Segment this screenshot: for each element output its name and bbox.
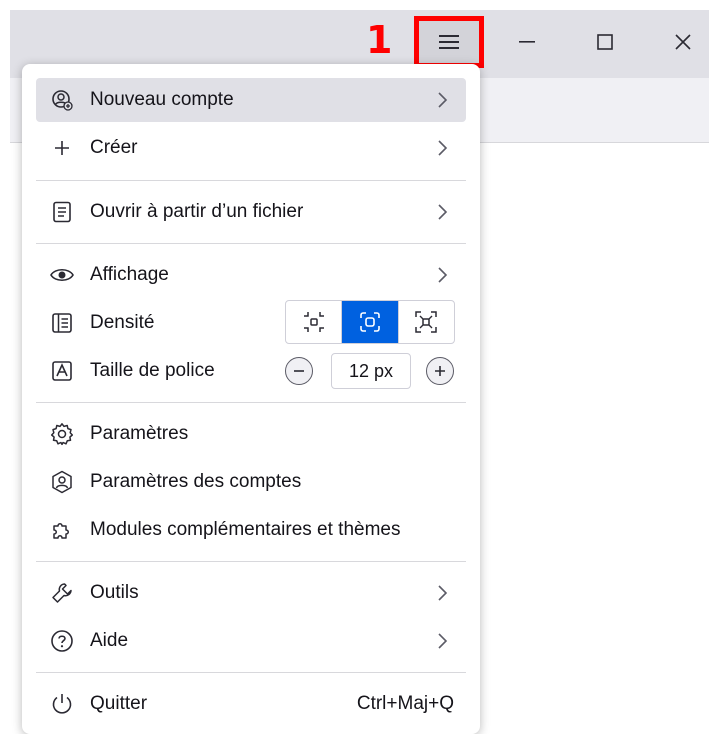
menu-item-label: Aide — [90, 630, 129, 651]
chevron-right-icon — [438, 633, 448, 649]
hamburger-icon — [439, 35, 459, 49]
touch-density-icon — [415, 311, 438, 333]
chevron-right-icon — [438, 267, 448, 283]
density-normal-button[interactable] — [342, 301, 399, 343]
file-icon — [50, 200, 74, 224]
menu-item-new-account[interactable]: Nouveau compte — [36, 78, 466, 122]
gear-icon — [50, 422, 74, 446]
font-size-increase-button[interactable] — [426, 357, 454, 385]
density-icon — [50, 311, 74, 335]
app-menu-button[interactable] — [414, 16, 484, 68]
menu-separator — [36, 180, 466, 181]
maximize-icon — [597, 34, 613, 50]
step-number-annotation: 1 — [366, 18, 393, 62]
plus-icon — [435, 366, 445, 376]
quit-shortcut: Ctrl+Maj+Q — [356, 693, 454, 714]
plus-icon — [50, 136, 74, 160]
menu-item-label: Taille de police — [90, 360, 215, 381]
chevron-right-icon — [438, 140, 448, 156]
menu-item-label: Paramètres des comptes — [90, 471, 302, 492]
menu-separator — [36, 243, 466, 244]
font-size-decrease-button[interactable] — [285, 357, 313, 385]
menu-item-settings[interactable]: Paramètres — [36, 412, 466, 456]
menu-item-account-settings[interactable]: Paramètres des comptes — [36, 460, 466, 504]
help-icon — [50, 629, 74, 653]
maximize-button[interactable] — [582, 20, 628, 64]
menu-item-create[interactable]: Créer — [36, 126, 466, 170]
menu-item-label: Nouveau compte — [90, 89, 234, 110]
menu-separator — [36, 402, 466, 403]
chevron-right-icon — [438, 585, 448, 601]
account-settings-icon — [50, 470, 74, 494]
close-button[interactable] — [660, 20, 706, 64]
add-account-icon — [50, 88, 74, 112]
menu-item-label: Affichage — [90, 264, 169, 285]
menu-separator — [36, 561, 466, 562]
density-compact-button[interactable] — [286, 301, 343, 343]
menu-item-view[interactable]: Affichage — [36, 253, 466, 297]
power-icon — [50, 692, 74, 716]
minimize-button[interactable] — [504, 20, 550, 64]
menu-item-label: Densité — [90, 312, 155, 333]
menu-item-label: Créer — [90, 137, 138, 158]
font-size-icon — [50, 359, 74, 383]
chevron-right-icon — [438, 92, 448, 108]
menu-item-label: Outils — [90, 582, 139, 603]
menu-item-label: Ouvrir à partir d’un fichier — [90, 201, 304, 222]
compact-density-icon — [303, 312, 324, 332]
app-menu-panel: Nouveau compte Créer Ouvrir à partir d’u… — [22, 64, 480, 734]
menu-item-label: Modules complémentaires et thèmes — [90, 519, 401, 540]
menu-item-open-file[interactable]: Ouvrir à partir d’un fichier — [36, 190, 466, 234]
menu-item-quit[interactable]: Quitter Ctrl+Maj+Q — [36, 682, 466, 726]
menu-item-label: Paramètres — [90, 423, 189, 444]
normal-density-icon — [360, 312, 380, 332]
font-size-value[interactable]: 12 px — [331, 353, 411, 389]
menu-item-help[interactable]: Aide — [36, 619, 466, 663]
wrench-icon — [50, 581, 74, 605]
menu-item-label: Quitter — [90, 693, 148, 714]
close-icon — [675, 34, 691, 50]
density-touch-button[interactable] — [399, 301, 454, 343]
menu-item-addons-themes[interactable]: Modules complémentaires et thèmes — [36, 508, 466, 552]
puzzle-icon — [50, 518, 74, 542]
minimize-icon — [519, 41, 535, 43]
minus-icon — [294, 370, 304, 372]
menu-separator — [36, 672, 466, 673]
density-toggle-group — [285, 300, 455, 344]
eye-icon — [50, 263, 74, 287]
menu-item-tools[interactable]: Outils — [36, 571, 466, 615]
chevron-right-icon — [438, 204, 448, 220]
